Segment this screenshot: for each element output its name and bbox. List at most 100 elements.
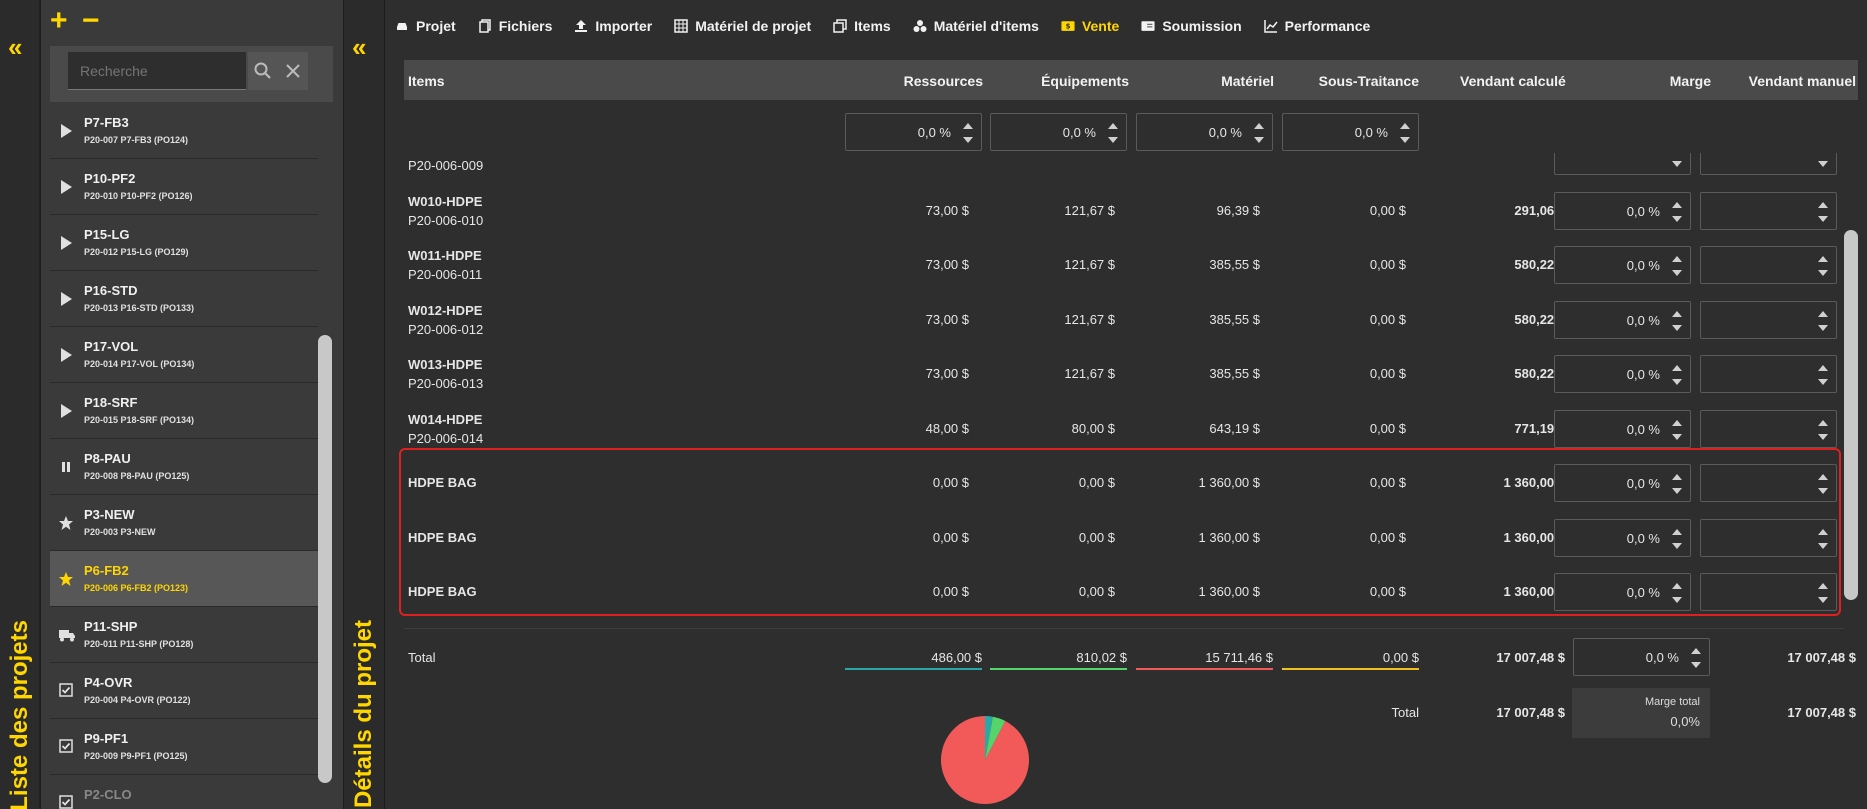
play-icon: [58, 403, 74, 419]
collapse-details-icon[interactable]: «: [352, 32, 367, 63]
stepper-arrows-icon[interactable]: [963, 120, 973, 146]
stepper-arrows-icon[interactable]: [1108, 120, 1118, 146]
clear-search-button[interactable]: [278, 52, 308, 90]
total-marge-value: 0,0 %: [1645, 650, 1679, 665]
project-item[interactable]: P9-PF1 P20-009 P9-PF1 (PO125): [50, 719, 318, 775]
project-item[interactable]: P16-STD P20-013 P16-STD (PO133): [50, 271, 318, 327]
row-marge-stepper[interactable]: 0,0 %: [1554, 191, 1691, 230]
cell-ressources: 73,00 $: [925, 257, 969, 272]
project-item[interactable]: P7-FB3 P20-007 P7-FB3 (PO124): [50, 103, 318, 159]
stepper-arrows-icon[interactable]: [1818, 308, 1828, 334]
row-vendant-manuel-input[interactable]: [1700, 246, 1837, 284]
table-row[interactable]: W011-HDPE P20-006-011 73,00 $ 121,67 $ 385,5…: [404, 238, 1844, 292]
project-item[interactable]: P11-SHP P20-011 P11-SHP (PO128): [50, 607, 318, 663]
tab-vente[interactable]: $ Vente: [1061, 18, 1119, 34]
project-item[interactable]: P8-PAU P20-008 P8-PAU (PO125): [50, 439, 318, 495]
stepper-arrows-icon[interactable]: [1672, 199, 1682, 225]
project-item[interactable]: P15-LG P20-012 P15-LG (PO129): [50, 215, 318, 271]
col-ressources[interactable]: Ressources: [860, 73, 983, 89]
stepper-arrows-icon[interactable]: [1672, 308, 1682, 334]
stepper-arrows-icon[interactable]: [1818, 362, 1828, 388]
search-button[interactable]: [248, 52, 278, 90]
project-item[interactable]: P17-VOL P20-014 P17-VOL (PO134): [50, 327, 318, 383]
row-vendant-manuel-input[interactable]: [1700, 300, 1837, 339]
stepper-arrows-icon[interactable]: [1818, 199, 1828, 225]
tab-items[interactable]: Items: [833, 18, 891, 34]
stepper-arrows-icon[interactable]: [1818, 417, 1828, 443]
tab-soumission[interactable]: Soumission: [1141, 18, 1242, 34]
row-marge-stepper[interactable]: 0,0 %: [1554, 246, 1691, 284]
col-marge[interactable]: Marge: [1600, 73, 1711, 89]
row-marge-stepper[interactable]: 0,0 %: [1554, 409, 1691, 448]
project-name: P10-PF2: [84, 171, 136, 186]
col-vendant-manuel[interactable]: Vendant manuel: [1730, 73, 1856, 89]
stepper-arrows-icon[interactable]: [1691, 645, 1701, 671]
item-name: W012-HDPE: [408, 302, 483, 318]
stepper-arrows-icon[interactable]: [1818, 253, 1828, 279]
total-ressources: 486,00 $: [931, 650, 982, 665]
search-input[interactable]: [68, 52, 246, 90]
row-marge-value: 0,0 %: [1626, 421, 1660, 437]
tab-label: Items: [854, 18, 891, 34]
col-sous-traitance[interactable]: Sous-Traitance: [1290, 73, 1419, 89]
project-name: P16-STD: [84, 283, 138, 298]
row-vendant-manuel-input[interactable]: [1700, 153, 1837, 175]
table-row[interactable]: P20-006-009: [404, 153, 1844, 183]
ressources-pct-value: 0,0 %: [917, 125, 951, 140]
ressources-underline: [845, 668, 982, 670]
stepper-arrows-icon[interactable]: [1672, 153, 1682, 170]
project-item[interactable]: P10-PF2 P20-010 P10-PF2 (PO126): [50, 159, 318, 215]
checkbox-icon: [58, 739, 74, 755]
item-code: P20-006-010: [408, 212, 484, 228]
stepper-arrows-icon[interactable]: [1672, 253, 1682, 279]
row-marge-stepper[interactable]: 0,0 %: [1554, 300, 1691, 339]
col-items[interactable]: Items: [408, 73, 445, 89]
project-subtitle: P20-013 P16-STD (PO133): [84, 303, 195, 313]
tab-matériel-d-items[interactable]: Matériel d'items: [913, 18, 1039, 34]
col-equipements[interactable]: Équipements: [1000, 73, 1129, 89]
table-row[interactable]: W012-HDPE P20-006-012 73,00 $ 121,67 $ 385,5…: [404, 293, 1844, 347]
total-marge-stepper[interactable]: 0,0 %: [1573, 638, 1710, 676]
col-vendant-calcule[interactable]: Vendant calculé: [1460, 73, 1566, 89]
table-row[interactable]: W010-HDPE P20-006-010 73,00 $ 121,67 $ 96,39…: [404, 184, 1844, 238]
row-marge-stepper[interactable]: [1554, 153, 1691, 175]
materiel-pct-stepper[interactable]: 0,0 %: [1136, 113, 1273, 151]
project-item[interactable]: P6-FB2 P20-006 P6-FB2 (PO123): [50, 551, 318, 607]
stepper-arrows-icon[interactable]: [1254, 120, 1264, 146]
row-vendant-manuel-input[interactable]: [1700, 355, 1837, 393]
sous-traitance-pct-stepper[interactable]: 0,0 %: [1282, 113, 1419, 151]
stepper-arrows-icon[interactable]: [1818, 153, 1828, 170]
remove-project-icon[interactable]: −: [82, 4, 100, 37]
divider: [404, 628, 1844, 629]
materiel-underline: [1136, 668, 1273, 670]
collapse-project-list-icon[interactable]: «: [8, 32, 23, 63]
col-materiel[interactable]: Matériel: [1150, 73, 1274, 89]
tab-projet[interactable]: Projet: [395, 18, 456, 34]
equipements-pct-stepper[interactable]: 0,0 %: [990, 113, 1127, 151]
tab-matériel-de-projet[interactable]: Matériel de projet: [674, 18, 811, 34]
copy-icon: [833, 19, 847, 33]
ressources-pct-stepper[interactable]: 0,0 %: [845, 113, 982, 151]
total-equipements: 810,02 $: [1076, 650, 1127, 665]
car-icon: [395, 19, 409, 33]
project-item[interactable]: P18-SRF P20-015 P18-SRF (PO134): [50, 383, 318, 439]
table-row[interactable]: W013-HDPE P20-006-013 73,00 $ 121,67 $ 385,5…: [404, 347, 1844, 401]
project-list-scrollbar[interactable]: [318, 335, 332, 783]
row-marge-stepper[interactable]: 0,0 %: [1554, 355, 1691, 393]
row-vendant-manuel-input[interactable]: [1700, 409, 1837, 448]
tab-performance[interactable]: Performance: [1263, 18, 1370, 34]
stepper-arrows-icon[interactable]: [1672, 417, 1682, 443]
tab-importer[interactable]: Importer: [574, 18, 652, 34]
project-item[interactable]: P3-NEW P20-003 P3-NEW: [50, 495, 318, 551]
total-materiel: 15 711,46 $: [1205, 650, 1273, 665]
tab-fichiers[interactable]: Fichiers: [478, 18, 552, 34]
table-scrollbar[interactable]: [1844, 230, 1858, 600]
stepper-arrows-icon[interactable]: [1400, 120, 1410, 146]
add-project-icon[interactable]: +: [50, 4, 68, 37]
stepper-arrows-icon[interactable]: [1672, 362, 1682, 388]
project-item[interactable]: P2-CLO: [50, 775, 318, 809]
cell-ressources: 73,00 $: [925, 202, 969, 218]
project-item[interactable]: P4-OVR P20-004 P4-OVR (PO122): [50, 663, 318, 719]
row-vendant-manuel-input[interactable]: [1700, 191, 1837, 230]
cell-equipements: 121,67 $: [1064, 311, 1115, 327]
